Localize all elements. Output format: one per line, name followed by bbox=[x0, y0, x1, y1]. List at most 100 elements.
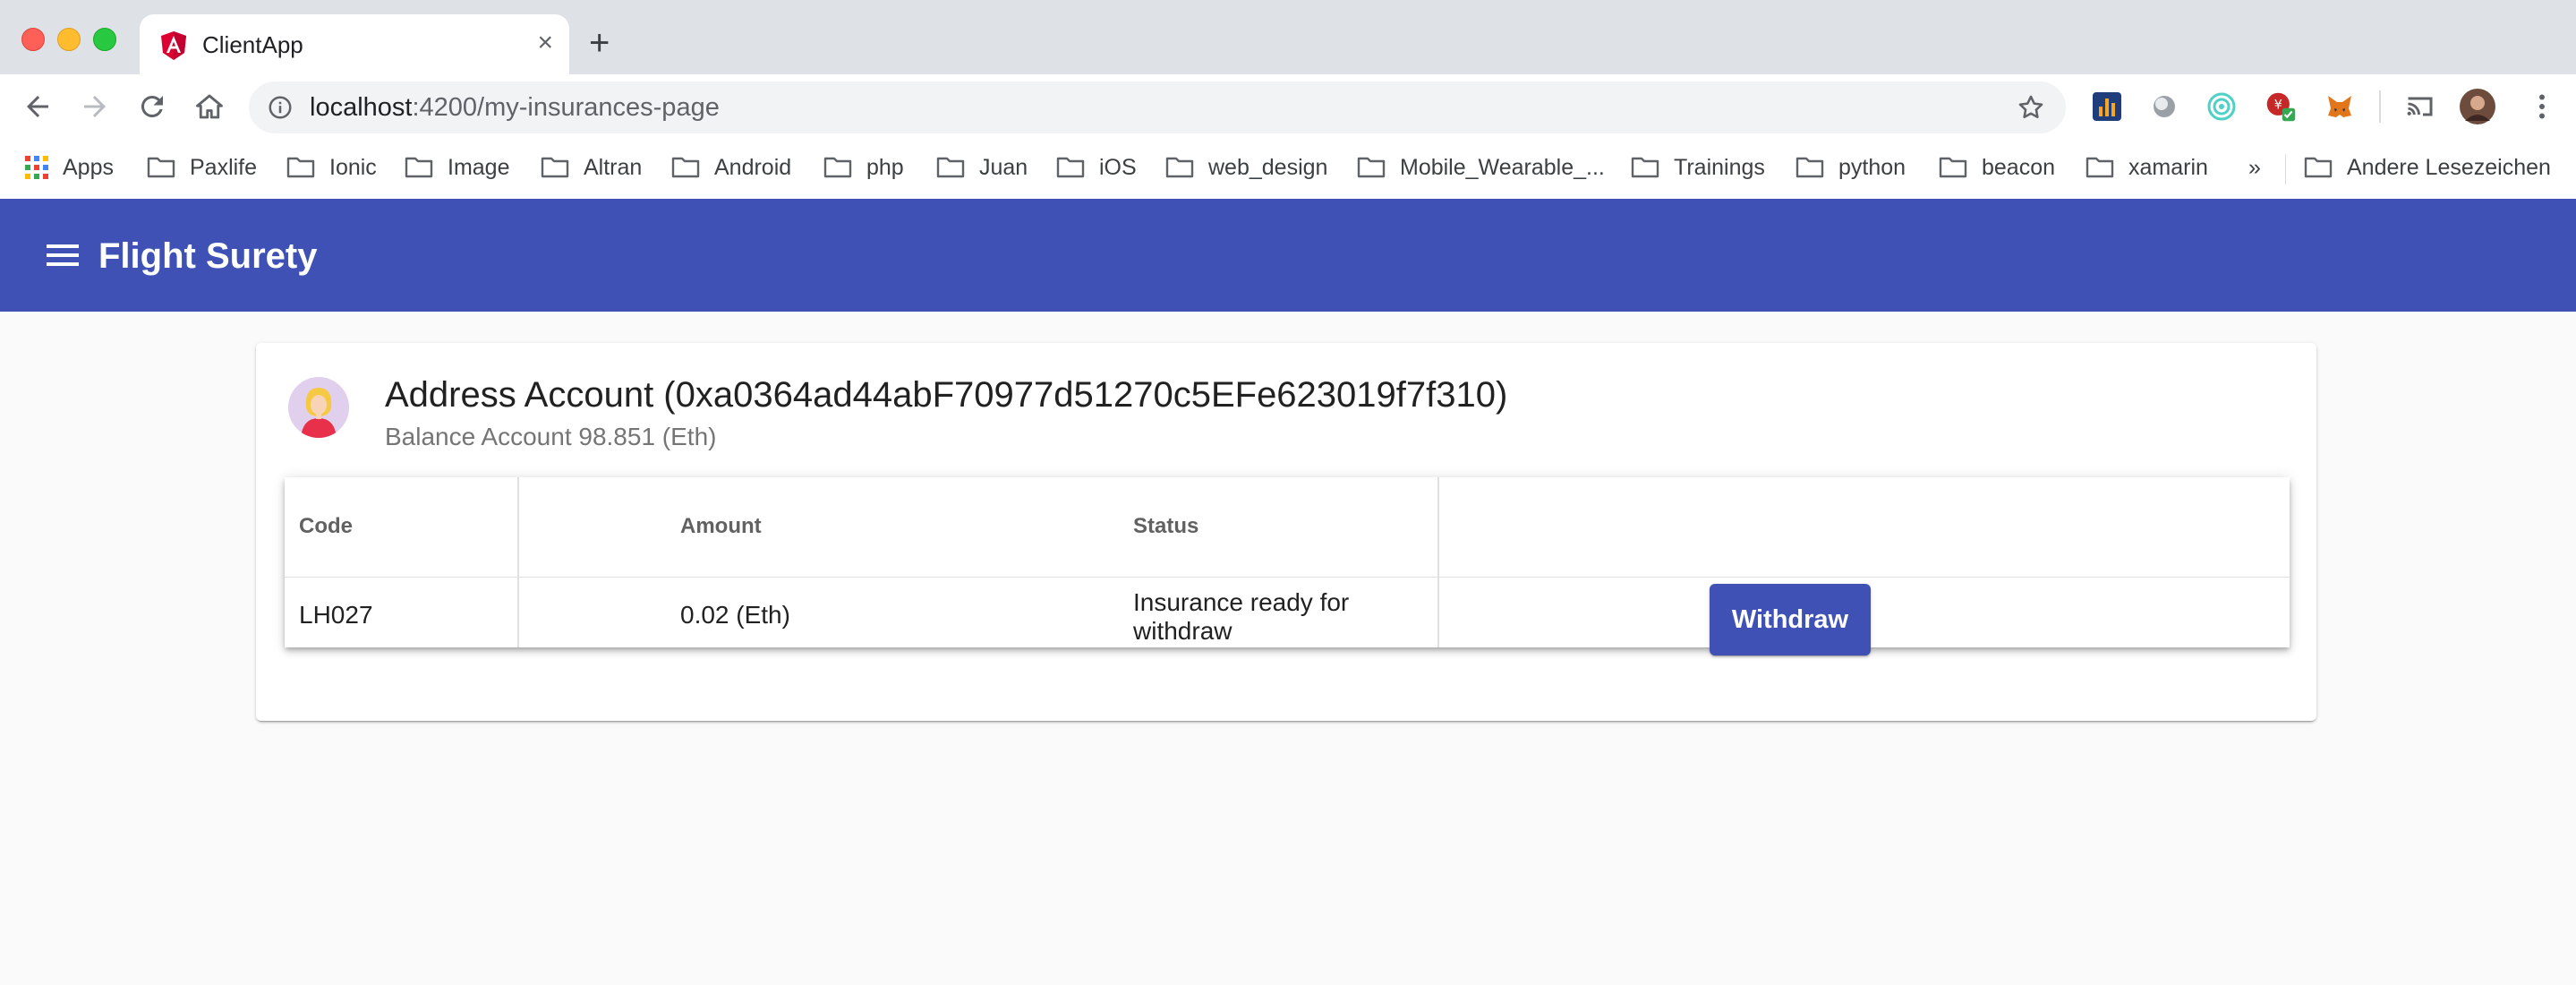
bookmark-folder[interactable]: web_design bbox=[1165, 150, 1327, 185]
account-card: Address Account (0xa0364ad44abF70977d512… bbox=[256, 343, 2316, 721]
user-avatar-icon bbox=[288, 377, 349, 438]
metamask-fox-icon[interactable] bbox=[2324, 90, 2356, 123]
browser-toolbar: localhost:4200/my-insurances-page ¥ bbox=[0, 74, 2576, 139]
bookmark-label: Mobile_Wearable_... bbox=[1400, 154, 1605, 180]
bookmark-label: python bbox=[1838, 154, 1906, 180]
folder-icon bbox=[936, 157, 965, 178]
bookmark-apps[interactable]: Apps bbox=[25, 150, 114, 185]
bookmark-label: php bbox=[866, 154, 904, 180]
folder-icon bbox=[1939, 157, 1967, 178]
back-arrow-icon[interactable] bbox=[21, 90, 54, 123]
yen-check-extension-icon[interactable]: ¥ bbox=[2265, 90, 2297, 123]
cell-status-line1: Insurance ready for bbox=[1133, 588, 1350, 616]
bookmark-folder[interactable]: python bbox=[1796, 150, 1906, 185]
maximize-window-button[interactable] bbox=[93, 28, 116, 51]
svg-text:¥: ¥ bbox=[2274, 98, 2282, 113]
url-text[interactable]: localhost:4200/my-insurances-page bbox=[310, 92, 720, 123]
folder-icon bbox=[671, 157, 700, 178]
folder-icon bbox=[1165, 157, 1194, 178]
bookmark-label: Image bbox=[448, 154, 510, 180]
bookmark-folder[interactable]: iOS bbox=[1056, 150, 1137, 185]
bookmark-star-icon[interactable] bbox=[2016, 92, 2046, 123]
table-row: LH027 0.02 (Eth) Insurance ready for wit… bbox=[285, 578, 2290, 655]
url-path: :4200/my-insurances-page bbox=[412, 93, 720, 122]
more-options-icon[interactable] bbox=[2526, 90, 2558, 123]
app-toolbar: Flight Surety bbox=[0, 199, 2576, 312]
more-bookmarks-chevron[interactable]: » bbox=[2248, 150, 2261, 185]
bookmark-label: beacon bbox=[1982, 154, 2056, 180]
folder-icon bbox=[1796, 157, 1824, 178]
app-title: Flight Surety bbox=[98, 236, 318, 276]
home-icon[interactable] bbox=[193, 90, 226, 123]
folder-icon bbox=[2304, 157, 2333, 178]
header-amount: Amount bbox=[680, 514, 762, 538]
bookmark-folder[interactable]: beacon bbox=[1939, 150, 2055, 185]
bookmark-folder[interactable]: xamarin bbox=[2086, 150, 2208, 185]
bookmark-folder[interactable]: Android bbox=[671, 150, 791, 185]
bookmark-label: xamarin bbox=[2128, 154, 2208, 180]
folder-icon bbox=[286, 157, 315, 178]
bookmark-label: Apps bbox=[63, 154, 114, 180]
gray-circle-extension-icon[interactable] bbox=[2148, 90, 2180, 123]
bookmark-label: Altran bbox=[584, 154, 643, 180]
more-bookmarks-label: » bbox=[2248, 154, 2261, 180]
hamburger-menu-icon[interactable] bbox=[47, 243, 79, 268]
bookmark-label: Juan bbox=[979, 154, 1028, 180]
bookmark-label: Ionic bbox=[329, 154, 377, 180]
bookmark-folder[interactable]: Ionic bbox=[286, 150, 377, 185]
forward-arrow-icon[interactable] bbox=[79, 90, 111, 123]
bookmark-label: Andere Lesezeichen bbox=[2347, 154, 2551, 180]
browser-tab[interactable]: ClientApp × bbox=[140, 14, 569, 74]
bookmark-folder[interactable]: Paxlife bbox=[147, 150, 257, 185]
bookmark-label: web_design bbox=[1208, 154, 1328, 180]
account-balance: Balance Account 98.851 (Eth) bbox=[385, 423, 717, 450]
account-avatar bbox=[288, 377, 349, 438]
folder-icon bbox=[1357, 157, 1386, 178]
bookmarks-divider bbox=[2285, 154, 2286, 184]
url-host: localhost bbox=[310, 93, 413, 122]
new-tab-button[interactable]: + bbox=[589, 25, 610, 61]
cell-amount: 0.02 (Eth) bbox=[680, 601, 790, 629]
tab-title: ClientApp bbox=[202, 31, 303, 58]
cast-icon[interactable] bbox=[2404, 90, 2436, 123]
cell-status-line2: withdraw bbox=[1133, 617, 1233, 645]
account-title: Address Account (0xa0364ad44abF70977d512… bbox=[385, 375, 1508, 415]
target-extension-icon[interactable] bbox=[2205, 90, 2238, 123]
cell-status: Insurance ready for withdraw bbox=[1133, 588, 1349, 646]
bookmark-folder[interactable]: php bbox=[823, 150, 904, 185]
bookmark-folder[interactable]: Image bbox=[405, 150, 509, 185]
table-header-row: Code Amount Status bbox=[285, 477, 2290, 578]
header-status: Status bbox=[1133, 514, 1199, 538]
analytics-extension-icon[interactable] bbox=[2091, 90, 2123, 123]
insurances-table: Code Amount Status LH027 0.02 (Eth) Insu… bbox=[285, 477, 2290, 655]
browser-titlebar: ClientApp × + bbox=[0, 0, 2576, 74]
apps-grid-icon bbox=[25, 156, 48, 179]
bookmark-folder[interactable]: Altran bbox=[541, 150, 642, 185]
bookmark-folder[interactable]: Trainings bbox=[1631, 150, 1765, 185]
bookmark-label: Paxlife bbox=[190, 154, 258, 180]
reload-icon[interactable] bbox=[136, 90, 168, 123]
toolbar-divider bbox=[2379, 90, 2381, 123]
withdraw-button[interactable]: Withdraw bbox=[1710, 584, 1871, 655]
folder-icon bbox=[1631, 157, 1659, 178]
folder-icon bbox=[1056, 157, 1085, 178]
close-window-button[interactable] bbox=[21, 28, 45, 51]
bookmark-folder[interactable]: Juan bbox=[936, 150, 1028, 185]
bookmark-other[interactable]: Andere Lesezeichen bbox=[2304, 150, 2551, 185]
address-bar[interactable]: localhost:4200/my-insurances-page bbox=[249, 81, 2066, 133]
minimize-window-button[interactable] bbox=[57, 28, 81, 51]
profile-avatar[interactable] bbox=[2460, 89, 2495, 124]
header-code: Code bbox=[299, 514, 353, 538]
info-icon[interactable] bbox=[267, 94, 294, 121]
bookmark-folder[interactable]: Mobile_Wearable_... bbox=[1357, 150, 1605, 185]
angular-icon bbox=[161, 31, 186, 60]
cell-code: LH027 bbox=[299, 601, 373, 629]
close-tab-icon[interactable]: × bbox=[537, 28, 553, 58]
folder-icon bbox=[823, 157, 852, 178]
folder-icon bbox=[2086, 157, 2114, 178]
folder-icon bbox=[147, 157, 175, 178]
folder-icon bbox=[541, 157, 569, 178]
folder-icon bbox=[405, 157, 433, 178]
bookmark-label: iOS bbox=[1099, 154, 1137, 180]
bookmark-label: Android bbox=[714, 154, 792, 180]
